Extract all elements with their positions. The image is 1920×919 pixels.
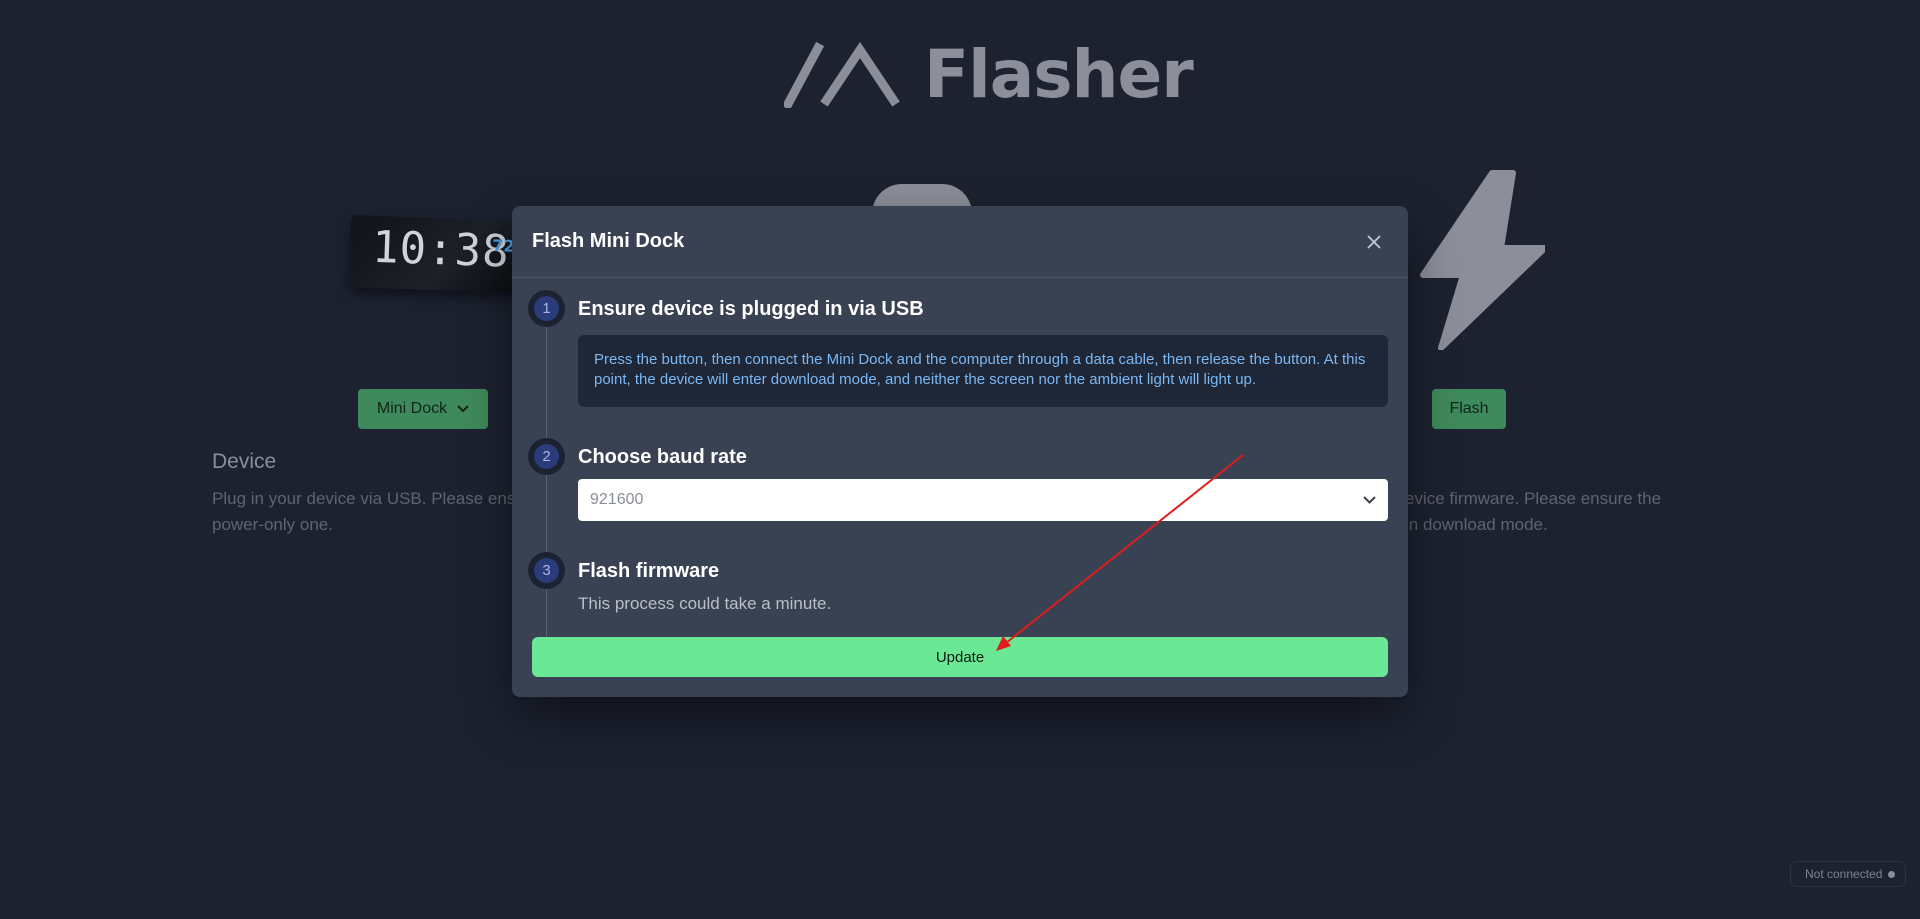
modal-header: Flash Mini Dock bbox=[512, 206, 1408, 278]
step-2-title: Choose baud rate bbox=[578, 446, 747, 468]
close-button[interactable] bbox=[1362, 230, 1386, 254]
device-description: Plug in your device via USB. Please ensu… bbox=[212, 486, 525, 538]
device-desc-line1: Plug in your device via USB. Please ensu bbox=[212, 489, 525, 508]
device-product-image: 10:38 72 bbox=[348, 215, 522, 293]
firmware-desc-line1: evice firmware. Please ensure the bbox=[1405, 489, 1662, 508]
chevron-down-icon bbox=[1363, 496, 1376, 504]
device-select-label: Mini Dock bbox=[376, 400, 448, 417]
flash-modal: Flash Mini Dock 1 Ensure device is plugg… bbox=[512, 206, 1408, 697]
flash-button[interactable]: Flash bbox=[1432, 389, 1506, 429]
device-desc-line2: power-only one. bbox=[212, 515, 333, 534]
status-dot-icon bbox=[1888, 870, 1896, 878]
chevron-down-icon bbox=[457, 405, 469, 413]
step-1-number: 1 bbox=[528, 290, 565, 327]
device-image-time: 10:38 bbox=[371, 221, 511, 278]
step-1-title: Ensure device is plugged in via USB bbox=[578, 298, 924, 320]
device-section-title: Device bbox=[212, 450, 277, 473]
firmware-desc-line2: in download mode. bbox=[1405, 515, 1548, 534]
app-logo: Flasher bbox=[784, 36, 1194, 113]
step-3-number: 3 bbox=[528, 552, 565, 589]
modal-title: Flash Mini Dock bbox=[532, 230, 685, 252]
steps-connector-line bbox=[546, 324, 547, 654]
lightning-bolt-icon bbox=[1420, 170, 1545, 350]
baud-rate-select[interactable]: 921600 bbox=[578, 479, 1388, 521]
flash-button-label: Flash bbox=[1449, 400, 1489, 417]
step-3-title: Flash firmware bbox=[578, 560, 720, 582]
update-button[interactable]: Update bbox=[532, 637, 1388, 677]
logo-title: Flasher bbox=[924, 36, 1194, 113]
flasher-logo-icon bbox=[784, 41, 900, 108]
connection-status-label: Not connected bbox=[1805, 867, 1883, 881]
step-3-subtitle: This process could take a minute. bbox=[578, 594, 832, 613]
firmware-description: evice firmware. Please ensure the in dow… bbox=[1405, 486, 1661, 538]
connection-status-badge: Not connected bbox=[1790, 861, 1907, 887]
device-select-dropdown[interactable]: Mini Dock bbox=[358, 389, 488, 429]
baud-rate-value: 921600 bbox=[590, 491, 644, 508]
close-icon bbox=[1367, 234, 1381, 249]
step-2-number: 2 bbox=[528, 438, 565, 475]
usb-instructions-box: Press the button, then connect the Mini … bbox=[578, 335, 1388, 407]
